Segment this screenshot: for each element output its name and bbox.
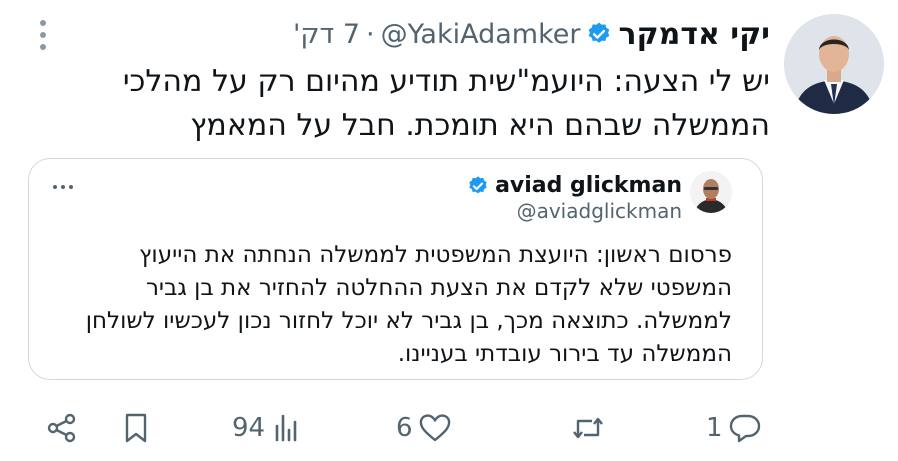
quoted-avatar[interactable]	[690, 171, 732, 213]
tweet-text: יש לי הצעה: היועמ"שית תודיע מהיום רק על …	[122, 64, 770, 143]
handle[interactable]: @YakiAdamker	[381, 19, 581, 50]
quoted-tweet-card[interactable]: aviad glickman @aviadglickman פרסום ראשו…	[28, 158, 763, 380]
action-bar: 94 6 1	[0, 400, 898, 458]
more-vertical-icon[interactable]	[36, 18, 50, 52]
reply-icon	[729, 414, 760, 443]
share-icon	[47, 413, 76, 443]
like-button[interactable]: 6	[396, 408, 453, 448]
verified-badge-icon	[586, 21, 612, 47]
retweet-button[interactable]	[566, 408, 606, 448]
share-button[interactable]	[44, 408, 80, 448]
reply-button[interactable]: 1	[706, 408, 763, 448]
quoted-tweet-text: פרסום ראשון: היועצת המשפטית לממשלה הנחתה…	[85, 242, 732, 367]
quoted-display-name[interactable]: aviad glickman	[495, 173, 682, 198]
handle-and-time: @YakiAdamker · 7 דק'	[293, 19, 581, 50]
heart-icon	[419, 414, 450, 442]
more-horizontal-icon[interactable]	[51, 177, 75, 189]
likes-count: 6	[396, 413, 413, 443]
timestamp[interactable]: 7 דק'	[293, 19, 360, 50]
verified-badge-icon	[467, 175, 489, 197]
bookmark-icon	[125, 413, 147, 443]
separator: ·	[366, 18, 375, 50]
quoted-handle[interactable]: @aviadglickman	[517, 199, 682, 223]
retweet-icon	[573, 417, 603, 439]
replies-count: 1	[706, 413, 723, 443]
tweet-header: יקי אדמקר @YakiAdamker · 7 דק'	[293, 14, 770, 54]
views-icon	[275, 414, 297, 442]
views-button[interactable]: 94	[232, 408, 305, 448]
bookmark-button[interactable]	[118, 408, 154, 448]
avatar[interactable]	[784, 14, 884, 114]
views-count: 94	[232, 413, 266, 443]
quoted-header: aviad glickman	[467, 173, 682, 198]
display-name[interactable]: יקי אדמקר	[618, 17, 770, 52]
